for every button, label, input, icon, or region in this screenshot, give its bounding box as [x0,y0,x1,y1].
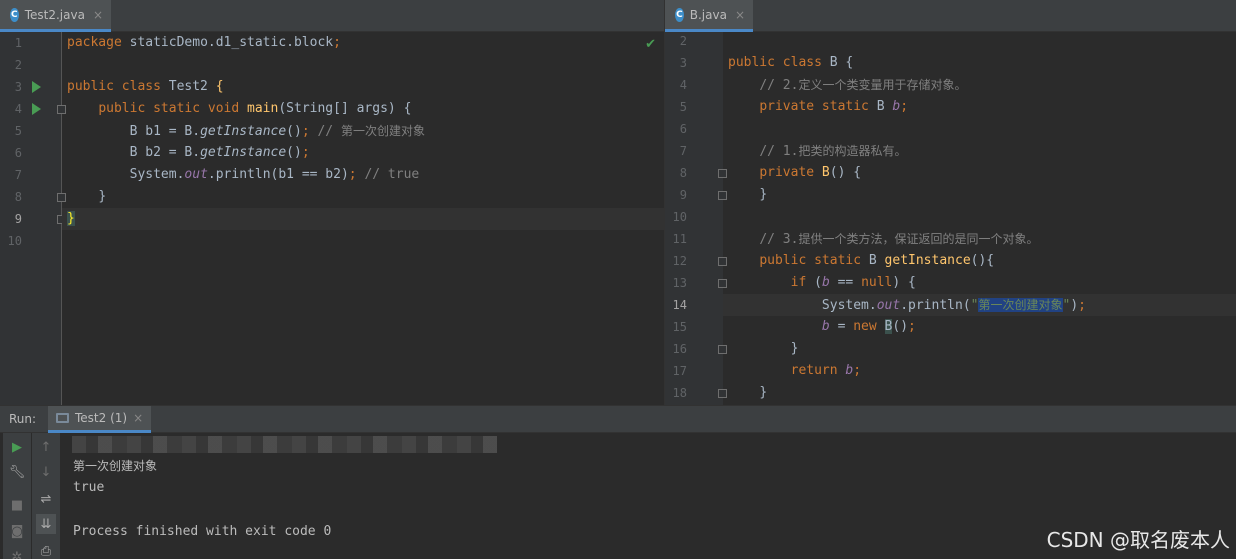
close-tab-icon[interactable]: × [133,411,143,425]
soft-wrap-icon[interactable]: ⇌ [36,489,56,509]
code-line: } [759,187,768,202]
line-number: 9 [679,188,687,202]
line-number: 9 [14,212,22,226]
line-number: 8 [14,190,22,204]
code-line: public class B { [728,55,854,70]
console-icon [56,413,69,423]
print-icon[interactable]: ⎙ [36,541,56,559]
line-number: 7 [14,168,22,182]
tab-label: B.java [689,7,727,22]
code-line: // 3.提供一个类方法，保证返回的是同一个对象。 [759,232,1039,247]
checkmark-icon: ✔ [645,37,656,52]
selected-text: 第一次创建对象 [978,298,1063,312]
left-code-area[interactable]: package staticDemo.d1_static.block; publ… [62,32,664,405]
tab-test2-java[interactable]: C Test2.java × [0,0,111,32]
left-editor-pane[interactable]: C Test2.java × 1 2 3 4 5 6 7 8 9 10 pack… [0,0,664,405]
code-line: B b2 = B.getInstance(); [129,145,310,160]
code-line: package staticDemo.d1_static.block; [67,35,341,50]
line-number: 12 [672,254,687,268]
code-line: } [759,385,768,400]
rerun-icon[interactable]: ▶ [7,437,27,457]
line-number-gutter: 1 2 3 4 5 6 7 8 9 10 [0,32,66,405]
stop-icon[interactable]: ■ [7,495,27,515]
scroll-to-end-icon[interactable]: ⇊ [36,514,56,534]
java-class-icon: C [675,7,684,22]
code-line: System.out.println(b1 == b2); // true [129,167,420,182]
run-tab-test2[interactable]: Test2 (1) × [48,406,152,433]
line-number: 1 [14,36,22,50]
line-number: 8 [679,166,687,180]
code-line: // 2.定义一个类变量用于存储对象。 [759,78,967,93]
line-number: 13 [672,276,687,290]
line-number: 16 [672,342,687,356]
console-line: 第一次创建对象 [73,459,158,473]
line-number: 10 [7,234,22,248]
tab-b-java[interactable]: C B.java × [665,0,753,32]
run-toolstrip-right: ↑ ↓ ⇌ ⇊ ⎙ [32,433,60,559]
line-number: 15 [672,320,687,334]
line-number: 10 [672,210,687,224]
settings-icon[interactable]: ✲ [7,547,27,559]
right-code-area[interactable]: public class B { // 2.定义一个类变量用于存储对象。 pri… [723,32,1236,405]
line-number: 17 [672,364,687,378]
code-line: if (b == null) { [790,275,916,290]
line-number: 5 [679,100,687,114]
right-editor-pane[interactable]: C B.java × 2 3 4 5 6 7 8 9 10 11 12 13 1… [665,0,1236,405]
code-line: } [790,341,799,356]
run-gutter-icon[interactable] [32,103,41,115]
code-line: public static B getInstance(){ [759,253,995,268]
line-number: 7 [679,144,687,158]
line-number: 2 [14,58,22,72]
code-line: return b; [790,363,862,378]
run-tab-label: Test2 (1) [75,411,128,425]
code-line: public class Test2 { [67,79,224,94]
run-panel: Run: Test2 (1) × ▶ 🔧︎ ■ ◙ ✲ ↑ ↓ ⇌ ⇊ ⎙ 第一… [0,405,1236,559]
line-number: 4 [679,78,687,92]
wrench-icon[interactable]: 🔧︎ [7,462,27,482]
close-tab-icon[interactable]: × [735,8,745,22]
tab-label: Test2.java [24,7,85,22]
code-line: public static void main(String[] args) { [98,101,412,116]
line-number: 6 [14,146,22,160]
line-number: 2 [679,34,687,48]
line-number: 11 [672,232,687,246]
line-number: 18 [672,386,687,400]
arrow-up-icon[interactable]: ↑ [36,437,56,457]
camera-icon[interactable]: ◙ [7,521,27,541]
left-editor-tabbar: C Test2.java × [0,0,664,32]
line-number: 5 [14,124,22,138]
line-number-gutter: 2 3 4 5 6 7 8 9 10 11 12 13 14 15 16 17 … [665,32,727,405]
arrow-down-icon[interactable]: ↓ [36,462,56,482]
line-number: 14 [672,298,687,312]
run-header: Run: Test2 (1) × [0,406,1236,433]
blurred-command-line [72,436,497,453]
run-gutter-icon[interactable] [32,81,41,93]
watermark: CSDN @取名废本人 [1046,528,1230,552]
line-number: 3 [14,80,22,94]
code-line: b = new B(); [821,319,916,334]
console-line: true [73,480,105,495]
code-line: // 1.把类的构造器私有。 [759,144,907,159]
line-number: 3 [679,56,687,70]
code-line: private B() { [759,165,862,180]
line-number: 6 [679,122,687,136]
current-code-line: System.out.println("第一次创建对象"); [723,294,1236,316]
close-tab-icon[interactable]: × [93,8,103,22]
right-editor-tabbar: C B.java × [665,0,1236,32]
java-class-icon: C [10,7,19,22]
code-line: B b1 = B.getInstance(); // 第一次创建对象 [129,124,425,139]
code-line: private static B b; [759,99,909,114]
run-label: Run: [9,412,37,426]
current-code-line: } [62,208,664,230]
code-line: } [98,189,107,204]
line-number: 4 [14,102,22,116]
run-toolstrip-left: ▶ 🔧︎ ■ ◙ ✲ [3,433,31,559]
console-line: Process finished with exit code 0 [73,524,332,539]
